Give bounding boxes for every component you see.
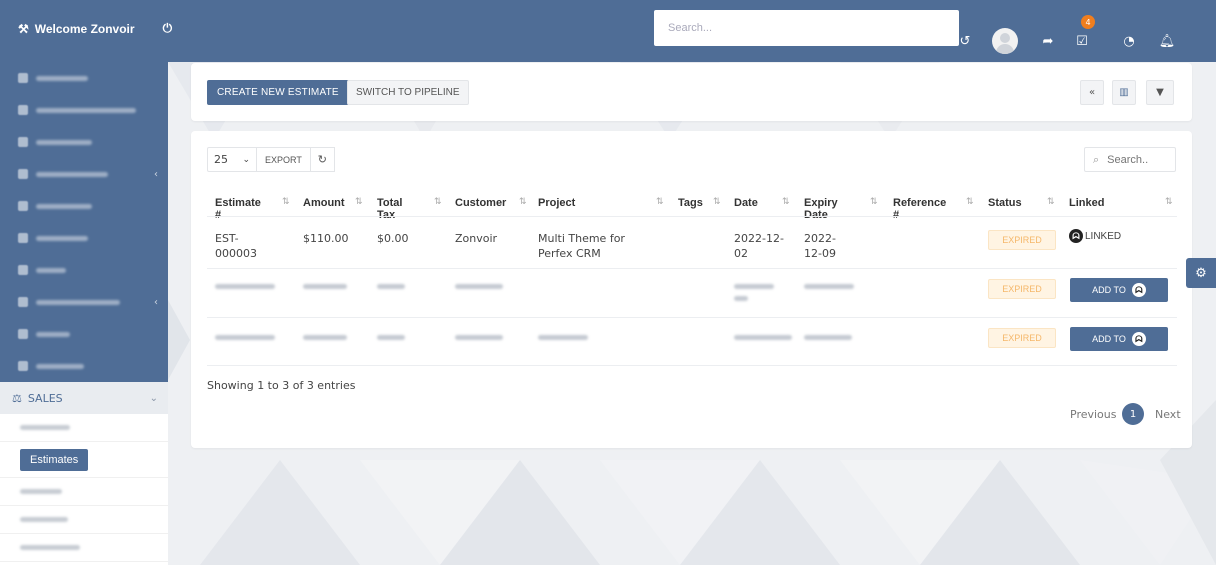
- notification-badge: 4: [1081, 15, 1095, 29]
- add-to-label: ADD TO: [1092, 285, 1126, 295]
- col-date[interactable]: Date: [734, 197, 758, 209]
- col-status[interactable]: Status: [988, 197, 1022, 209]
- col-estimate[interactable]: Estimate #: [215, 197, 261, 221]
- collapse-icon[interactable]: «: [1080, 80, 1104, 105]
- export-button[interactable]: EXPORT: [257, 147, 311, 172]
- col-customer[interactable]: Customer: [455, 197, 506, 209]
- previous-button[interactable]: Previous: [1070, 407, 1117, 422]
- sales-label: SALES: [27, 391, 63, 405]
- status-badge: EXPIRED: [988, 279, 1056, 299]
- col-total-tax[interactable]: Total Tax: [377, 197, 402, 221]
- estimate-number[interactable]: EST-000003: [215, 231, 257, 261]
- bell-icon[interactable]: 🔔︎: [1158, 32, 1176, 50]
- top-navbar: ⚒ Welcome Zonvoir ⏻ ↺ ➦ 4 ☑ ◔ 🔔︎: [0, 0, 1216, 62]
- sidebar-item-training[interactable]: ‹: [0, 158, 168, 190]
- sort-icon[interactable]: ⇅: [966, 197, 974, 207]
- add-to-mailchimp-button[interactable]: ADD TO ᗣ: [1070, 327, 1168, 351]
- entries-info: Showing 1 to 3 of 3 entries: [207, 379, 356, 392]
- tools-icon: ⚒: [18, 21, 29, 36]
- power-icon[interactable]: ⏻: [163, 21, 173, 36]
- linked-label: LINKED: [1085, 230, 1122, 242]
- page-1-button[interactable]: 1: [1122, 403, 1144, 425]
- col-project[interactable]: Project: [538, 197, 575, 209]
- sidebar-item-dashboard[interactable]: [0, 62, 168, 94]
- settings-gear-icon[interactable]: ⚙: [1186, 258, 1216, 288]
- sidebar-item-sales[interactable]: ⚖ SALES ⌄: [0, 382, 168, 414]
- sidebar-item-leads[interactable]: [0, 318, 168, 350]
- page-size-value: 25: [214, 153, 228, 166]
- sales-section: ⚖ SALES ⌄ Estimates: [0, 382, 168, 565]
- sidebar-item-contracts[interactable]: [0, 190, 168, 222]
- mailchimp-icon: ᗣ: [1069, 229, 1083, 243]
- avatar[interactable]: [992, 28, 1018, 54]
- linked-status: ᗣ LINKED: [1069, 229, 1121, 243]
- sort-icon[interactable]: ⇅: [713, 197, 721, 207]
- total-tax: $0.00: [377, 232, 409, 245]
- project[interactable]: Multi Theme for Perfex CRM: [538, 231, 658, 261]
- sort-icon[interactable]: ⇅: [434, 197, 442, 207]
- sidebar-sub-credit-notes[interactable]: [0, 534, 168, 562]
- sort-icon[interactable]: ⇅: [1047, 197, 1055, 207]
- amount: $110.00: [303, 232, 349, 245]
- add-to-mailchimp-button[interactable]: ADD TO ᗣ: [1070, 278, 1168, 302]
- next-button[interactable]: Next: [1155, 407, 1181, 422]
- clock-icon[interactable]: ◔: [1120, 32, 1138, 50]
- sidebar-item-documents[interactable]: ‹: [0, 286, 168, 318]
- create-estimate-button[interactable]: CREATE NEW ESTIMATE: [207, 80, 349, 105]
- table-search-input[interactable]: [1107, 153, 1164, 166]
- customer[interactable]: Zonvoir: [455, 231, 497, 246]
- sidebar: ‹ ‹ ⚖ SALES ⌄ Estimates: [0, 62, 168, 565]
- mailchimp-icon: ᗣ: [1131, 332, 1146, 346]
- sort-icon[interactable]: ⇅: [282, 197, 290, 207]
- brand-title: Welcome Zonvoir: [34, 21, 135, 36]
- date: 2022-12-02: [734, 232, 784, 260]
- sidebar-item-tasks[interactable]: [0, 254, 168, 286]
- add-to-label: ADD TO: [1092, 334, 1126, 344]
- col-amount[interactable]: Amount: [303, 197, 345, 209]
- sort-icon[interactable]: ⇅: [782, 197, 790, 207]
- sort-icon[interactable]: ⇅: [1165, 197, 1173, 207]
- chevron-down-icon: ⌄: [149, 392, 158, 404]
- sort-icon[interactable]: ⇅: [656, 197, 664, 207]
- scale-icon: ⚖: [12, 391, 22, 405]
- sort-icon[interactable]: ⇅: [355, 197, 363, 207]
- expiry-date: 2022-12-09: [804, 232, 836, 260]
- sidebar-sub-estimates[interactable]: Estimates: [0, 442, 168, 478]
- history-icon[interactable]: ↺: [956, 32, 974, 50]
- col-expiry-date[interactable]: Expiry Date: [804, 197, 838, 221]
- sidebar-sub-proposals[interactable]: [0, 414, 168, 442]
- estimates-label: Estimates: [20, 448, 89, 471]
- tasks-icon[interactable]: ☑: [1073, 32, 1091, 50]
- status-badge: EXPIRED: [988, 230, 1056, 250]
- sidebar-item-customers[interactable]: [0, 126, 168, 158]
- sidebar-sub-invoices[interactable]: [0, 478, 168, 506]
- status-badge: EXPIRED: [988, 328, 1056, 348]
- chevron-down-icon: ⌄: [242, 154, 250, 165]
- sidebar-item-projects[interactable]: [0, 222, 168, 254]
- sidebar-sub-payments[interactable]: [0, 506, 168, 534]
- table-search[interactable]: ⌕: [1084, 147, 1176, 172]
- sort-icon[interactable]: ⇅: [519, 197, 527, 207]
- refresh-icon[interactable]: ↻: [310, 147, 335, 172]
- brand[interactable]: ⚒ Welcome Zonvoir ⏻: [18, 21, 172, 36]
- share-icon[interactable]: ➦: [1039, 32, 1057, 50]
- search-icon: ⌕: [1093, 152, 1100, 166]
- sort-icon[interactable]: ⇅: [870, 197, 878, 207]
- col-tags[interactable]: Tags: [678, 197, 703, 209]
- switch-pipeline-button[interactable]: SWITCH TO PIPELINE: [347, 80, 469, 105]
- col-reference[interactable]: Reference #: [893, 197, 946, 221]
- page-size-select[interactable]: 25 ⌄: [207, 147, 257, 172]
- sidebar-item-spreadsheet[interactable]: [0, 94, 168, 126]
- sidebar-item-expenses[interactable]: [0, 350, 168, 382]
- col-linked[interactable]: Linked: [1069, 197, 1104, 209]
- filter-icon[interactable]: ▼: [1146, 80, 1174, 105]
- mailchimp-icon: ᗣ: [1131, 283, 1146, 297]
- chart-icon[interactable]: ▥: [1112, 80, 1136, 105]
- global-search-input[interactable]: [654, 10, 959, 46]
